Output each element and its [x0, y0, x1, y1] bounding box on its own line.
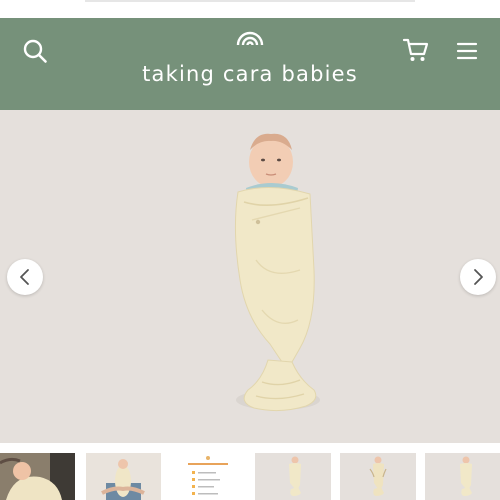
swaddled-baby-illustration	[234, 133, 320, 412]
search-button[interactable]	[22, 38, 48, 64]
next-image-button[interactable]	[460, 259, 496, 295]
cart-button[interactable]	[402, 36, 430, 64]
prev-image-button[interactable]	[7, 259, 43, 295]
thumbnail-5[interactable]	[340, 453, 416, 500]
chevron-right-icon	[474, 269, 483, 285]
brand-name[interactable]: taking cara babies	[0, 62, 500, 86]
thumbnail-1[interactable]	[0, 453, 75, 500]
chevron-left-icon	[20, 269, 29, 285]
thumbnail-3[interactable]	[170, 453, 246, 500]
top-divider	[85, 0, 415, 2]
thumbnail-2[interactable]	[86, 453, 161, 500]
menu-button[interactable]	[456, 40, 478, 62]
product-image	[0, 110, 500, 443]
cart-icon	[402, 38, 429, 61]
search-icon	[23, 39, 47, 63]
thumbnail-strip	[0, 453, 500, 500]
thumbnail-4[interactable]	[255, 453, 331, 500]
hamburger-menu-icon	[456, 42, 478, 60]
rainbow-logo-icon	[235, 24, 265, 46]
thumbnail-6[interactable]	[425, 453, 500, 500]
